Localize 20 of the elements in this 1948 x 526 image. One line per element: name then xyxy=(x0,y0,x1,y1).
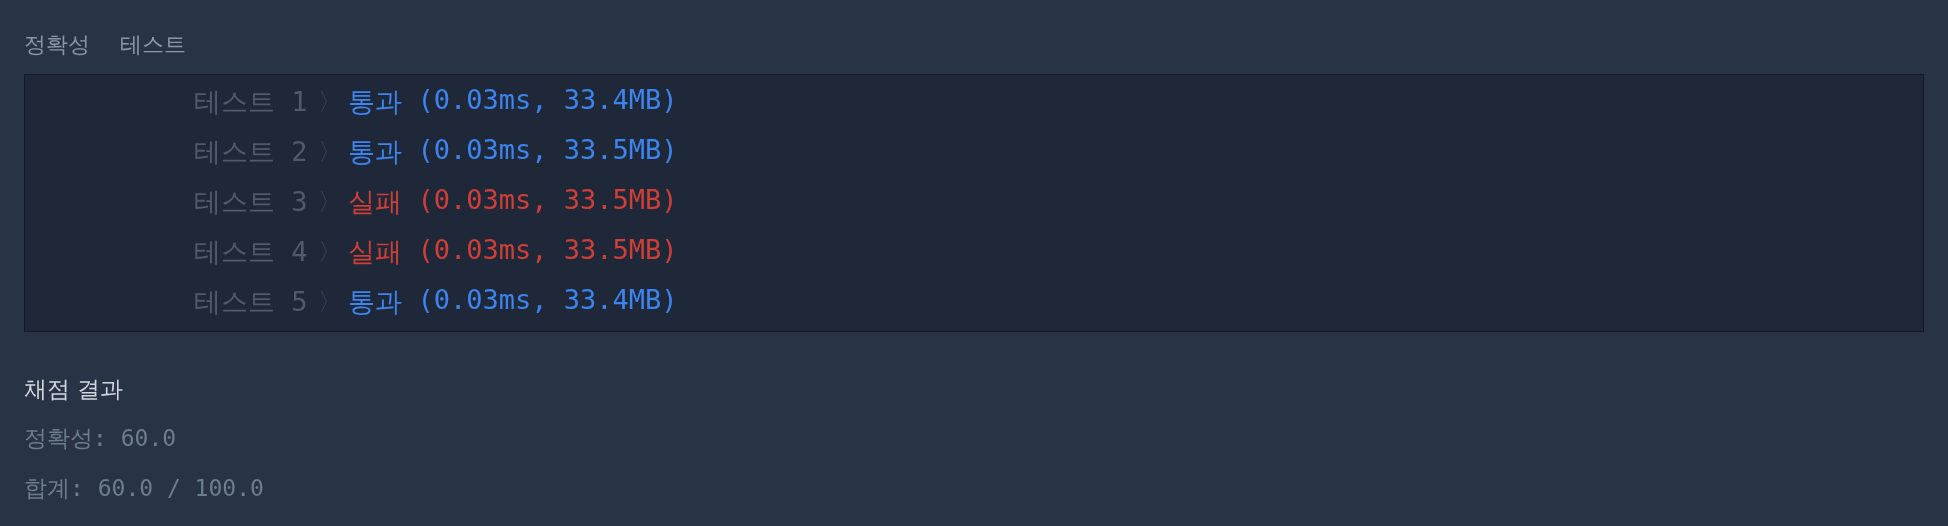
section-title: 정확성 xyxy=(24,31,90,59)
test-status: 실패 xyxy=(347,185,402,219)
section-title: 테스트 xyxy=(120,31,186,59)
test-status: 실패 xyxy=(347,235,402,269)
test-detail: (0.03ms, 33.5MB) xyxy=(417,134,678,167)
chevron-icon: 〉 xyxy=(317,236,342,268)
grading-title: 채점 결과 xyxy=(24,375,125,404)
test-detail: (0.03ms, 33.5MB) xyxy=(417,184,678,217)
test-detail: (0.03ms, 33.5MB) xyxy=(417,234,678,267)
chevron-icon: 〉 xyxy=(317,136,342,168)
test-status: 통과 xyxy=(347,135,402,169)
chevron-icon: 〉 xyxy=(317,286,342,318)
test-status: 통과 xyxy=(347,285,402,319)
chevron-icon: 〉 xyxy=(317,86,342,118)
score-line: 정확성: 60.0 xyxy=(24,424,178,453)
chevron-icon: 〉 xyxy=(317,186,342,218)
test-detail: (0.03ms, 33.4MB) xyxy=(417,84,678,117)
test-detail: (0.03ms, 33.4MB) xyxy=(417,284,678,317)
score-line: 합계: 60.0 / 100.0 xyxy=(24,474,265,503)
test-status: 통과 xyxy=(347,85,402,119)
